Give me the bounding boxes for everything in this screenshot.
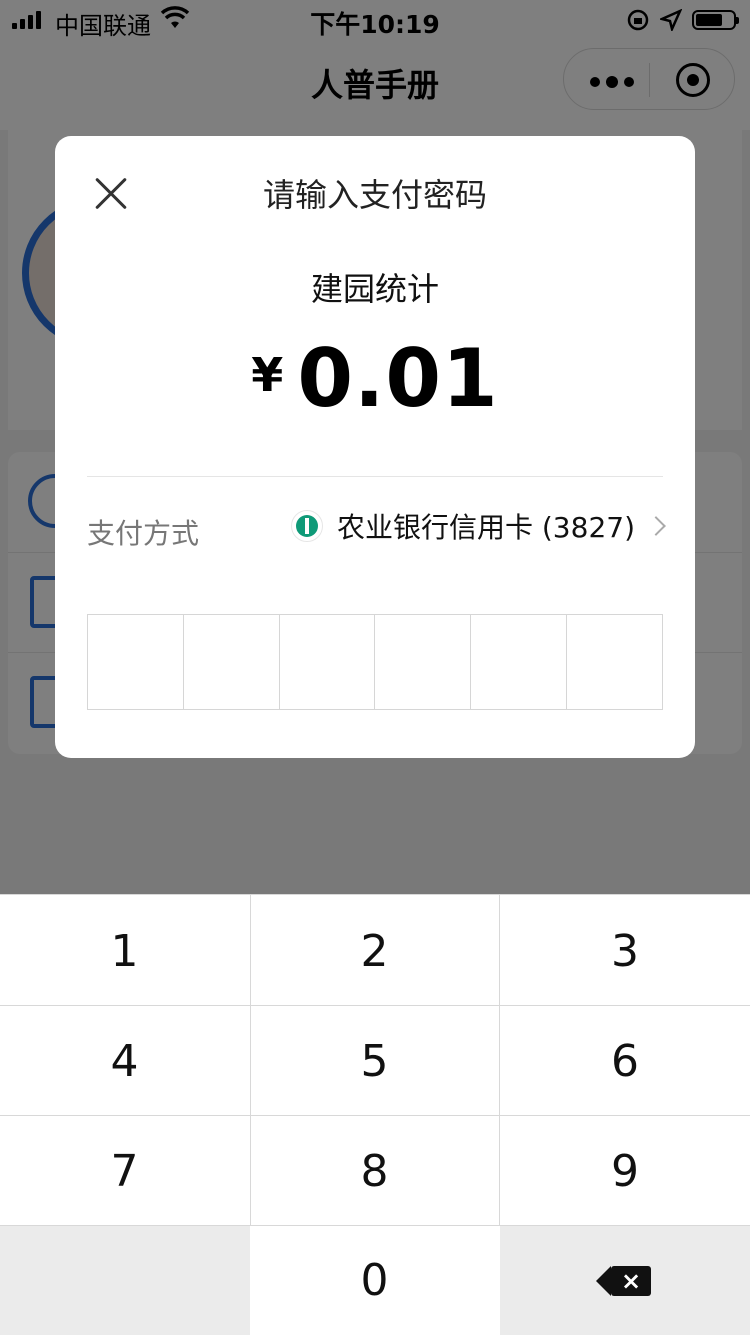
backspace-key[interactable]: ×	[500, 1226, 750, 1335]
divider	[87, 476, 663, 477]
key-0[interactable]: 0	[250, 1226, 499, 1335]
key-4[interactable]: 4	[0, 1007, 249, 1116]
password-digit-box[interactable]	[567, 615, 662, 709]
backspace-icon: ×	[596, 1265, 651, 1296]
payment-amount: ¥0.01	[55, 332, 695, 425]
currency-symbol: ¥	[251, 348, 284, 402]
key-5[interactable]: 5	[250, 1007, 499, 1116]
payment-password-dialog: 请输入支付密码 建园统计 ¥0.01 支付方式 农业银行信用卡 (3827)	[55, 136, 695, 758]
divider	[0, 1005, 750, 1006]
divider	[0, 1225, 750, 1226]
amount-value: 0.01	[297, 332, 499, 425]
divider	[0, 1115, 750, 1116]
key-2[interactable]: 2	[250, 897, 499, 1006]
payment-method-label: 支付方式	[87, 517, 200, 550]
numeric-keypad: 1 2 3 4 5 6 7 8 9 0 ×	[0, 894, 750, 1335]
key-9[interactable]: 9	[500, 1117, 750, 1226]
divider	[250, 895, 251, 1226]
key-1[interactable]: 1	[0, 897, 249, 1006]
payment-method-selector[interactable]: 农业银行信用卡 (3827)	[290, 506, 666, 546]
divider	[499, 895, 500, 1226]
dialog-title: 请输入支付密码	[262, 176, 487, 214]
password-input[interactable]	[87, 614, 663, 710]
merchant-name: 建园统计	[310, 270, 439, 308]
key-blank	[0, 1226, 250, 1335]
password-digit-box[interactable]	[88, 615, 184, 709]
password-digit-box[interactable]	[471, 615, 568, 709]
password-digit-box[interactable]	[184, 615, 280, 709]
key-3[interactable]: 3	[500, 897, 750, 1006]
abc-bank-logo-icon	[290, 510, 323, 542]
chevron-right-icon	[646, 516, 666, 536]
key-7[interactable]: 7	[0, 1117, 249, 1226]
password-digit-box[interactable]	[375, 615, 472, 709]
payment-method-value: 农业银行信用卡 (3827)	[336, 511, 635, 544]
password-digit-box[interactable]	[280, 615, 376, 709]
key-6[interactable]: 6	[500, 1007, 750, 1116]
key-8[interactable]: 8	[250, 1117, 499, 1226]
